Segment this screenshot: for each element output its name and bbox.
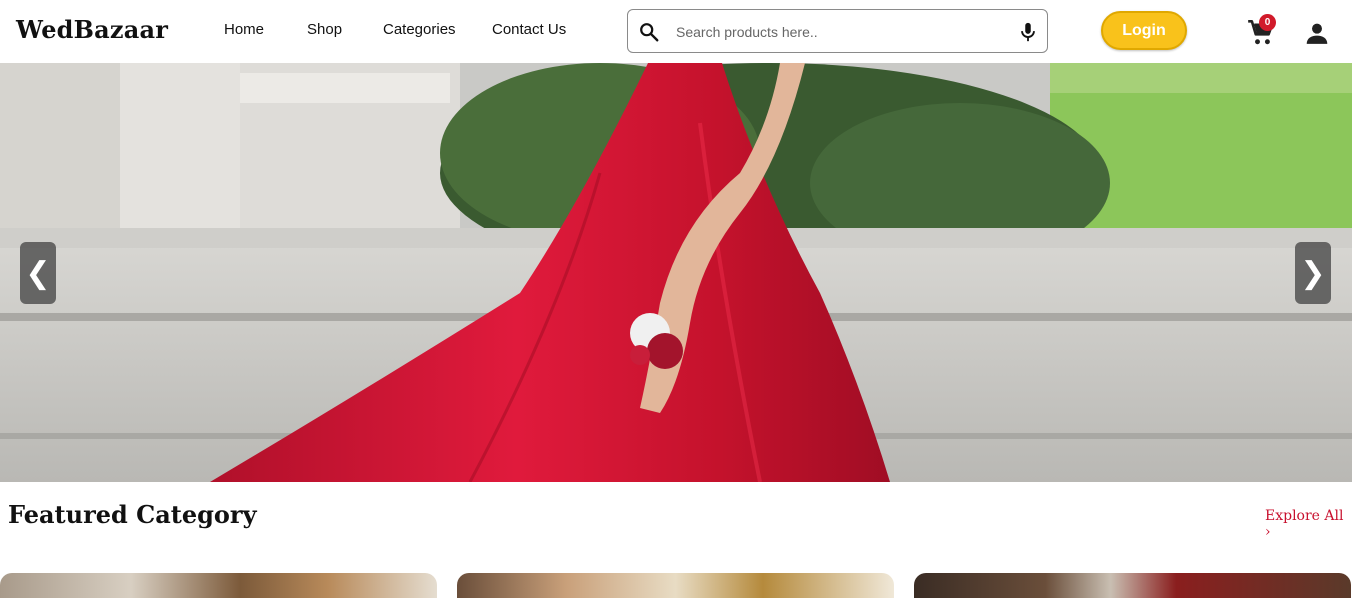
category-card[interactable] — [457, 573, 894, 598]
site-logo[interactable]: WedBazaar — [16, 15, 168, 44]
site-header: WedBazaar Home Shop Categories Contact U… — [0, 0, 1352, 63]
nav-contact-us[interactable]: Contact Us — [492, 21, 566, 38]
hero-banner-image — [0, 63, 1352, 482]
carousel-next-button[interactable]: ❯ — [1295, 242, 1331, 304]
search-icon[interactable] — [638, 21, 660, 43]
search-bar — [627, 9, 1048, 53]
category-card[interactable] — [914, 573, 1351, 598]
featured-category-heading: Featured Category — [8, 500, 257, 529]
hero-banner: ❮ ❯ — [0, 63, 1352, 482]
user-account-icon[interactable] — [1304, 20, 1330, 46]
category-card[interactable] — [0, 573, 437, 598]
microphone-icon[interactable] — [1017, 21, 1039, 43]
cart-count-badge: 0 — [1259, 14, 1276, 31]
explore-all-link[interactable]: Explore All › — [1265, 508, 1352, 540]
login-button[interactable]: Login — [1101, 11, 1187, 50]
carousel-prev-button[interactable]: ❮ — [20, 242, 56, 304]
nav-shop[interactable]: Shop — [307, 21, 342, 38]
search-input[interactable] — [676, 21, 1006, 43]
nav-home[interactable]: Home — [224, 21, 264, 38]
nav-categories[interactable]: Categories — [383, 21, 456, 38]
